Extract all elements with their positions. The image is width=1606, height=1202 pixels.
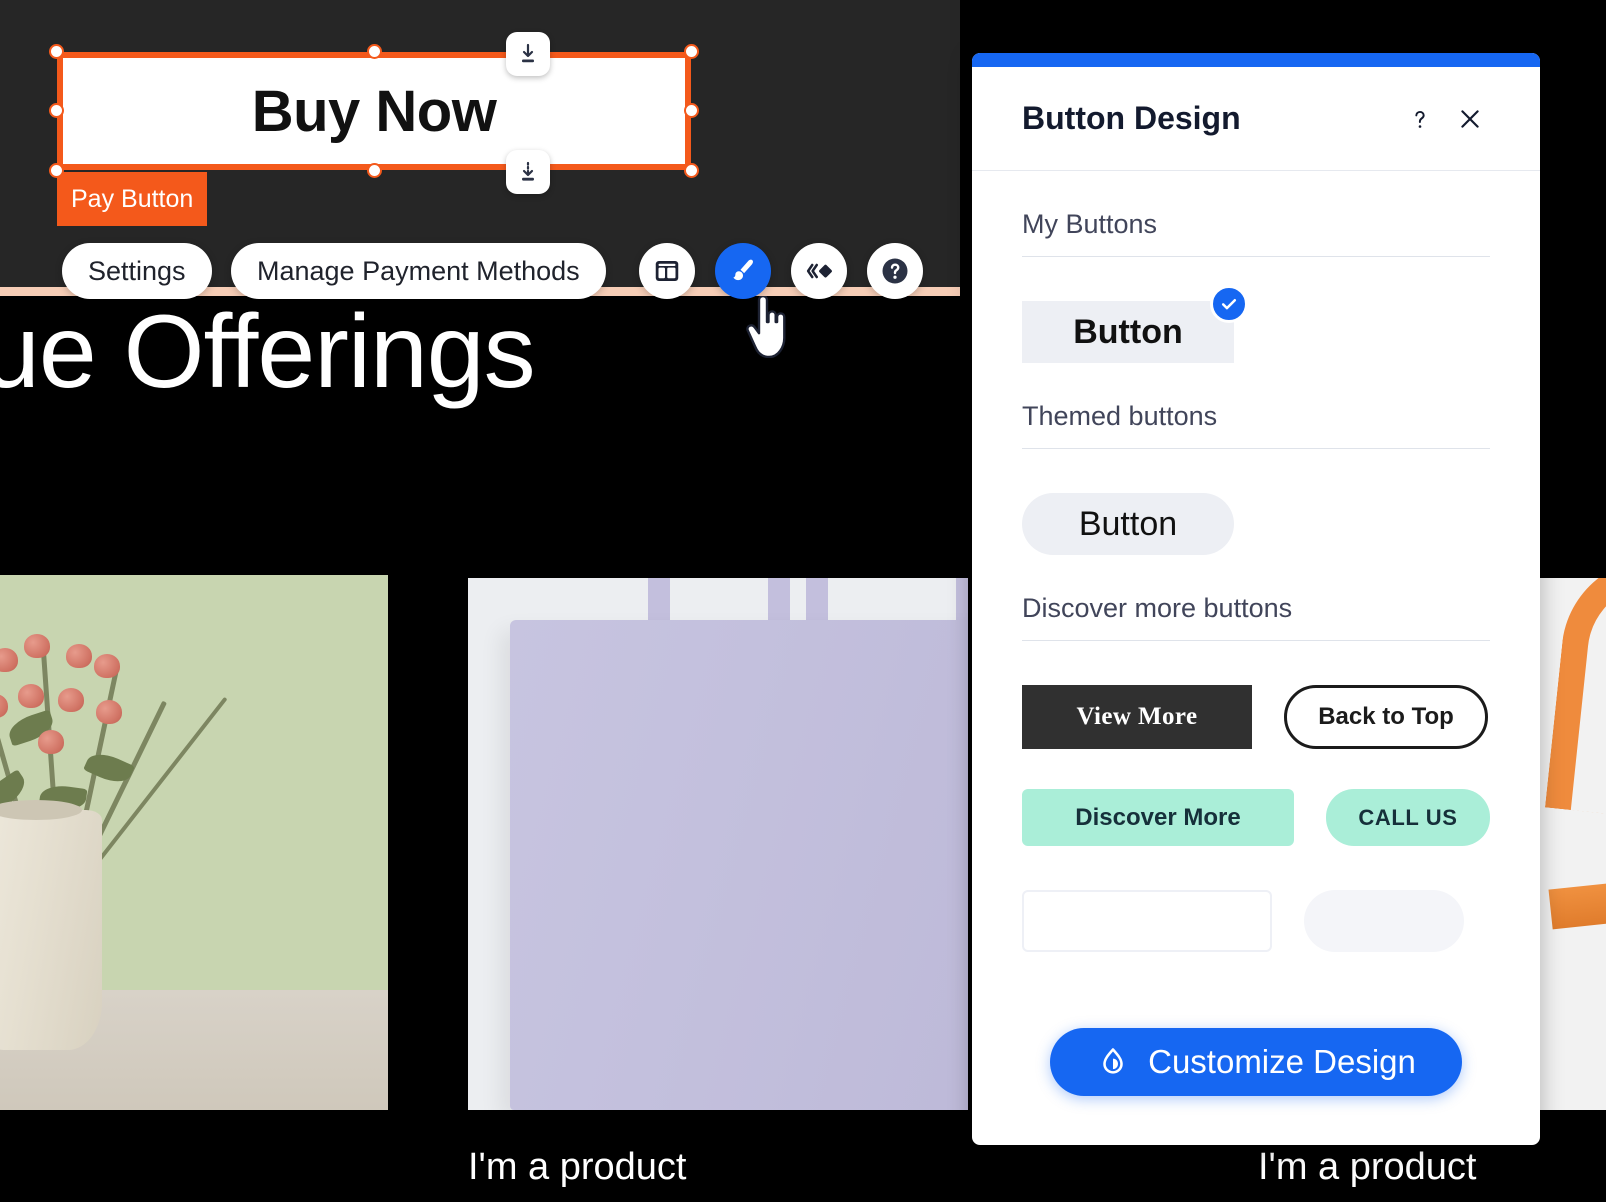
product-caption: I'm a product bbox=[1258, 1146, 1477, 1188]
back-to-top-label: Back to Top bbox=[1318, 703, 1454, 730]
resize-handle-top-center[interactable] bbox=[367, 44, 382, 59]
element-type-label: Pay Button bbox=[71, 184, 194, 213]
rose bbox=[94, 654, 120, 678]
discover-more-button-sample[interactable]: Discover More bbox=[1022, 789, 1294, 846]
pay-button-preview[interactable]: Buy Now bbox=[57, 52, 691, 170]
section-divider bbox=[1022, 640, 1490, 641]
view-more-label: View More bbox=[1076, 703, 1198, 730]
rose bbox=[66, 644, 92, 668]
pointing-hand-cursor bbox=[746, 296, 786, 358]
rose bbox=[58, 688, 84, 712]
discover-buttons-row-3 bbox=[1022, 890, 1490, 952]
toolbar-help-button[interactable] bbox=[867, 243, 923, 299]
toolbar-design-button[interactable] bbox=[715, 243, 771, 299]
toolbar-settings-label: Settings bbox=[88, 255, 186, 286]
panel-title: Button Design bbox=[1022, 100, 1241, 136]
my-button-sample[interactable]: Button bbox=[1022, 285, 1248, 363]
back-to-top-button-sample[interactable]: Back to Top bbox=[1284, 685, 1488, 749]
animation-icon bbox=[806, 263, 832, 279]
vase bbox=[0, 800, 102, 1050]
call-us-button-sample[interactable]: CALL US bbox=[1326, 789, 1490, 846]
selected-element[interactable]: Buy Now bbox=[49, 44, 699, 178]
view-more-button-sample[interactable]: View More bbox=[1022, 685, 1252, 749]
droplet-icon bbox=[1103, 1048, 1123, 1074]
button-sample-placeholder[interactable] bbox=[1304, 890, 1464, 952]
rose bbox=[18, 684, 44, 708]
discover-buttons-row-2: Discover More CALL US bbox=[1022, 789, 1490, 846]
align-bottom-button[interactable] bbox=[506, 150, 550, 194]
themed-buttons-row: Button bbox=[1022, 449, 1490, 555]
align-top-button[interactable] bbox=[506, 32, 550, 76]
element-type-tag: Pay Button bbox=[57, 172, 208, 226]
toolbar-animation-button[interactable] bbox=[791, 243, 847, 299]
button-design-panel: Button Design My Buttons Button Themed b… bbox=[972, 53, 1540, 1145]
check-icon bbox=[1210, 285, 1248, 323]
toolbar-layout-button[interactable] bbox=[639, 243, 695, 299]
help-icon bbox=[882, 258, 908, 284]
rose bbox=[38, 730, 64, 754]
section-label-themed-buttons: Themed buttons bbox=[1022, 401, 1218, 431]
resize-handle-middle-left[interactable] bbox=[49, 103, 64, 118]
paintbrush-icon bbox=[733, 259, 753, 281]
toolbar-settings-button[interactable]: Settings bbox=[62, 243, 212, 299]
section-label-discover-more: Discover more buttons bbox=[1022, 593, 1293, 623]
panel-header: Button Design bbox=[972, 67, 1540, 171]
resize-handle-top-left[interactable] bbox=[49, 44, 64, 59]
resize-handle-bottom-center[interactable] bbox=[367, 163, 382, 178]
my-buttons-row: Button bbox=[1022, 257, 1490, 363]
screen: ue Offerings I'm a product I'm a product… bbox=[0, 0, 1606, 1202]
my-button-sample-label: Button bbox=[1073, 312, 1183, 351]
themed-button-sample-label: Button bbox=[1078, 504, 1178, 543]
product-image-tote-lilac[interactable] bbox=[468, 578, 968, 1110]
discover-buttons-row-1: View More Back to Top bbox=[1022, 685, 1490, 749]
call-us-label: CALL US bbox=[1358, 804, 1458, 830]
resize-handle-top-right[interactable] bbox=[684, 44, 699, 59]
panel-body: My Buttons Button Themed buttons Button bbox=[972, 171, 1540, 952]
close-icon[interactable] bbox=[1450, 99, 1490, 139]
rose bbox=[96, 700, 122, 724]
customize-design-button[interactable]: Customize Design bbox=[1050, 1028, 1462, 1096]
section-label-my-buttons: My Buttons bbox=[1022, 209, 1158, 239]
resize-handle-bottom-right[interactable] bbox=[684, 163, 699, 178]
resize-handle-middle-right[interactable] bbox=[684, 103, 699, 118]
discover-more-label: Discover More bbox=[1075, 803, 1241, 831]
toolbar-manage-payment-methods-label: Manage Payment Methods bbox=[257, 255, 580, 286]
download-align-icon bbox=[522, 161, 534, 181]
product-image-flowers[interactable] bbox=[0, 575, 388, 1110]
hero-heading: ue Offerings bbox=[0, 294, 536, 410]
product-caption: I'm a product bbox=[468, 1146, 687, 1188]
tote-body bbox=[510, 620, 968, 1110]
rose bbox=[24, 634, 50, 658]
resize-handle-bottom-left[interactable] bbox=[49, 163, 64, 178]
panel-accent-bar bbox=[972, 53, 1540, 67]
customize-design-label: Customize Design bbox=[1148, 1043, 1416, 1080]
layout-icon bbox=[655, 261, 679, 281]
download-align-icon bbox=[522, 43, 534, 63]
button-sample-placeholder[interactable] bbox=[1022, 890, 1272, 952]
pay-button-label: Buy Now bbox=[251, 78, 497, 144]
themed-button-sample[interactable]: Button bbox=[1022, 493, 1234, 555]
help-icon[interactable] bbox=[1400, 99, 1440, 139]
toolbar-manage-payment-methods-button[interactable]: Manage Payment Methods bbox=[231, 243, 606, 299]
product-image-tote-orange[interactable] bbox=[1540, 578, 1606, 1110]
